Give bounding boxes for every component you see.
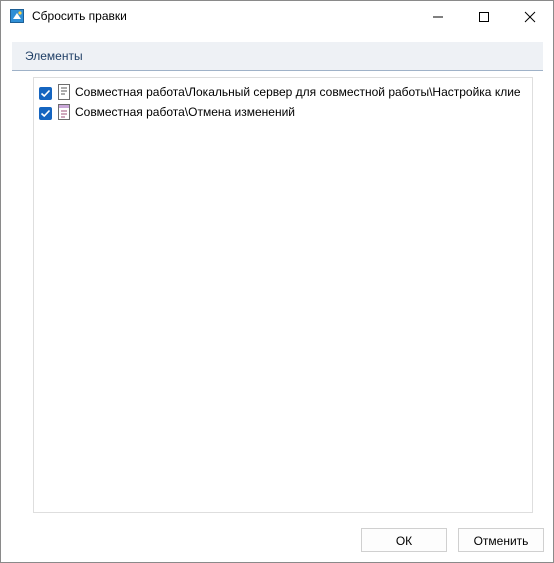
cancel-button[interactable]: Отменить — [458, 528, 544, 552]
close-icon — [524, 11, 536, 23]
list-item-label: Совместная работа\Отмена изменений — [75, 105, 295, 119]
list-item-label: Совместная работа\Локальный сервер для с… — [75, 85, 521, 99]
form-document-icon — [57, 104, 71, 120]
minimize-icon — [433, 16, 443, 18]
reset-edits-icon — [10, 9, 24, 23]
close-button[interactable] — [507, 1, 553, 32]
dialog-window: Сбросить правки Элементы Совместная рабо… — [0, 0, 554, 563]
maximize-icon — [479, 12, 489, 22]
elements-panel-header: Элементы — [12, 42, 543, 71]
checkbox-checked[interactable] — [39, 87, 52, 100]
checkmark-icon — [40, 109, 51, 118]
checkbox-checked[interactable] — [39, 107, 52, 120]
checkmark-icon — [40, 89, 51, 98]
elements-panel-title: Элементы — [25, 49, 83, 63]
minimize-button[interactable] — [415, 1, 461, 32]
window-title: Сбросить правки — [32, 9, 127, 23]
list-item[interactable]: Совместная работа\Локальный сервер для с… — [37, 82, 529, 102]
elements-list[interactable]: Совместная работа\Локальный сервер для с… — [33, 77, 533, 513]
maximize-button[interactable] — [461, 1, 507, 32]
title-bar[interactable]: Сбросить правки — [1, 1, 553, 32]
ok-button[interactable]: ОК — [361, 528, 447, 552]
document-icon — [57, 84, 71, 100]
list-item[interactable]: Совместная работа\Отмена изменений — [37, 102, 529, 122]
